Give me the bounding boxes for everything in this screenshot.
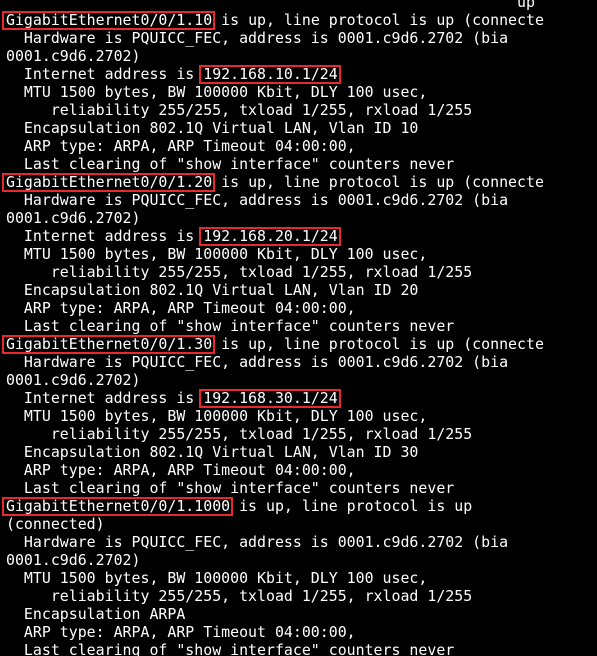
terminal-line: Hardware is PQUICC_FEC, address is 0001.… [6,533,509,551]
terminal-line: 0001.c9d6.2702) [6,209,141,227]
terminal-line: reliability 255/255, txload 1/255, rxloa… [6,587,473,605]
terminal-line: ARP type: ARPA, ARP Timeout 04:00:00, [6,461,356,479]
highlighted-ip-address: 192.168.10.1/24 [203,65,338,83]
interface-header-line: GigabitEthernet0/0/1.1000 is up, line pr… [6,497,472,515]
highlighted-ip-address: 192.168.20.1/24 [203,227,338,245]
highlighted-interface-name: GigabitEthernet0/0/1.10 [6,11,213,29]
terminal-line: (connected) [6,515,105,533]
terminal-output: up GigabitEthernet0/0/1.10 is up, line p… [0,0,597,656]
terminal-line: ARP type: ARPA, ARP Timeout 04:00:00, [6,137,356,155]
terminal-line: Hardware is PQUICC_FEC, address is 0001.… [6,353,509,371]
line-suffix: is up, line protocol is up (connecte [212,335,544,353]
line-suffix: is up, line protocol is up (connecte [212,11,544,29]
terminal-line: Last clearing of "show interface" counte… [6,479,455,497]
terminal-line: Encapsulation 802.1Q Virtual LAN, Vlan I… [6,281,419,299]
terminal-line: Encapsulation ARPA [6,605,186,623]
terminal-line: 0001.c9d6.2702) [6,551,141,569]
terminal-line: reliability 255/255, txload 1/255, rxloa… [6,263,473,281]
terminal-line: Encapsulation 802.1Q Virtual LAN, Vlan I… [6,119,419,137]
interface-header-line: GigabitEthernet0/0/1.20 is up, line prot… [6,173,544,191]
terminal-line: Hardware is PQUICC_FEC, address is 0001.… [6,191,509,209]
terminal-line: Encapsulation 802.1Q Virtual LAN, Vlan I… [6,443,419,461]
highlighted-interface-name: GigabitEthernet0/0/1.30 [6,335,213,353]
terminal-line: reliability 255/255, txload 1/255, rxloa… [6,425,473,443]
terminal-line: Hardware is PQUICC_FEC, address is 0001.… [6,29,509,47]
terminal-line: ARP type: ARPA, ARP Timeout 04:00:00, [6,299,356,317]
terminal-line: reliability 255/255, txload 1/255, rxloa… [6,101,473,119]
highlighted-ip-address: 192.168.30.1/24 [203,389,338,407]
terminal-line: MTU 1500 bytes, BW 100000 Kbit, DLY 100 … [6,83,428,101]
internet-address-line: Internet address is 192.168.10.1/24 [6,65,338,83]
highlighted-interface-name: GigabitEthernet0/0/1.20 [6,173,213,191]
terminal-line: MTU 1500 bytes, BW 100000 Kbit, DLY 100 … [6,407,428,425]
terminal-line: 0001.c9d6.2702) [6,47,141,65]
line-prefix: Internet address is [6,389,204,407]
internet-address-line: Internet address is 192.168.20.1/24 [6,227,338,245]
highlighted-interface-name: GigabitEthernet0/0/1.1000 [6,497,231,515]
terminal-line: up [6,0,535,11]
line-prefix: Internet address is [6,227,204,245]
terminal-line: ARP type: ARPA, ARP Timeout 04:00:00, [6,623,356,641]
terminal-line: MTU 1500 bytes, BW 100000 Kbit, DLY 100 … [6,569,428,587]
line-prefix: Internet address is [6,65,204,83]
interface-header-line: GigabitEthernet0/0/1.10 is up, line prot… [6,11,544,29]
terminal-line: 0001.c9d6.2702) [6,371,141,389]
terminal-line: MTU 1500 bytes, BW 100000 Kbit, DLY 100 … [6,245,428,263]
terminal-line: Last clearing of "show interface" counte… [6,155,455,173]
terminal-line: Last clearing of "show interface" counte… [6,641,455,656]
internet-address-line: Internet address is 192.168.30.1/24 [6,389,338,407]
terminal-line: Last clearing of "show interface" counte… [6,317,455,335]
line-suffix: is up, line protocol is up [230,497,473,515]
interface-header-line: GigabitEthernet0/0/1.30 is up, line prot… [6,335,544,353]
line-suffix: is up, line protocol is up (connecte [212,173,544,191]
